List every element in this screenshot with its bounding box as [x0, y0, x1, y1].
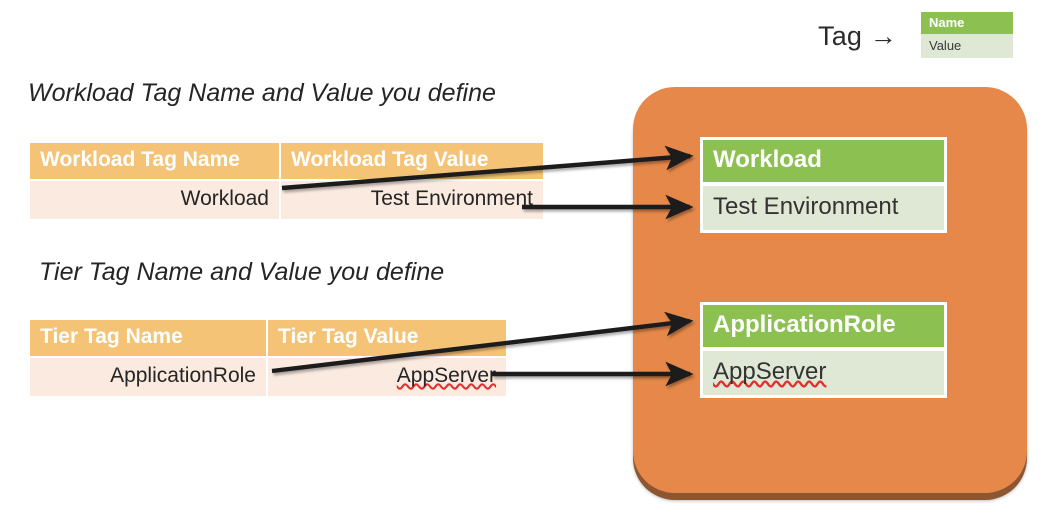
misspelled-text: AppServer [396, 364, 496, 387]
cell-tier-tag-value: AppServer [267, 356, 506, 396]
diagram-canvas: Tag → Name Value Workload Tag Name and V… [0, 0, 1043, 514]
legend-tag-swatch: Name Value [921, 12, 1013, 58]
table-row: ApplicationRole AppServer [30, 356, 506, 396]
column-header-workload-tag-name: Workload Tag Name [30, 143, 281, 180]
legend-name-cell: Name [921, 12, 1013, 34]
column-header-tier-tag-value: Tier Tag Value [267, 320, 506, 357]
misspelled-text: AppServer [713, 358, 827, 385]
tag-card-value-workload: Test Environment [703, 186, 944, 230]
tag-card-workload: Workload Test Environment [700, 137, 947, 233]
tag-card-name-application-role: ApplicationRole [703, 305, 944, 347]
tag-card-value-application-role: AppServer [703, 351, 944, 395]
tier-section-heading: Tier Tag Name and Value you define [39, 258, 445, 286]
legend-value-cell: Value [921, 34, 1013, 58]
column-header-workload-tag-value: Workload Tag Value [280, 143, 543, 180]
workload-section-heading: Workload Tag Name and Value you define [28, 79, 496, 107]
cell-workload-tag-name: Workload [30, 179, 281, 219]
legend-tag-label: Tag → [818, 21, 898, 51]
column-header-tier-tag-name: Tier Tag Name [30, 320, 268, 357]
tier-tag-table: Tier Tag Name Tier Tag Value Application… [30, 320, 506, 396]
tag-card-name-workload: Workload [703, 140, 944, 182]
table-header-row: Workload Tag Name Workload Tag Value [30, 143, 543, 180]
table-header-row: Tier Tag Name Tier Tag Value [30, 320, 506, 357]
workload-tag-table: Workload Tag Name Workload Tag Value Wor… [30, 143, 543, 219]
cell-tier-tag-name: ApplicationRole [30, 356, 268, 396]
tag-card-application-role: ApplicationRole AppServer [700, 302, 947, 398]
table-row: Workload Test Environment [30, 179, 543, 219]
cell-workload-tag-value: Test Environment [280, 179, 543, 219]
